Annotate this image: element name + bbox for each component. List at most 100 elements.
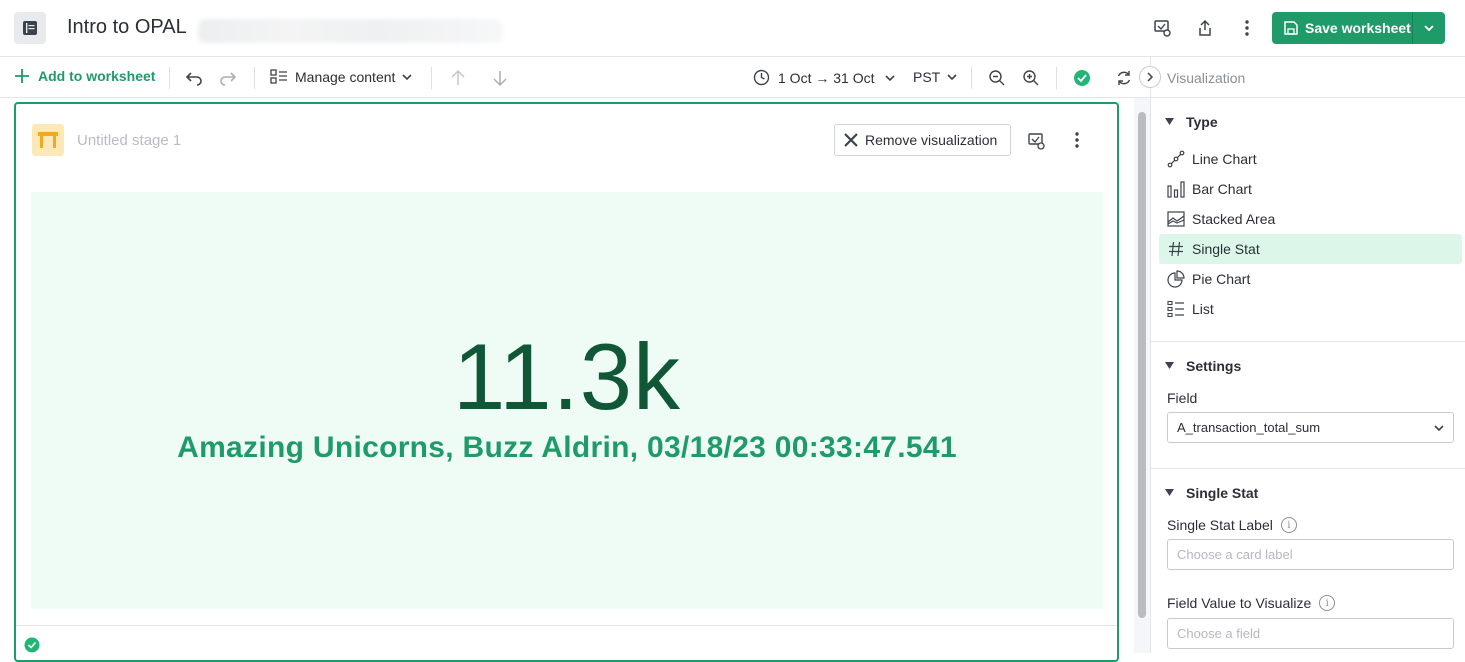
type-line-chart[interactable]: Line Chart — [1159, 144, 1462, 174]
save-worksheet-button[interactable]: Save worksheet — [1272, 12, 1445, 44]
settings-section-title: Settings — [1186, 358, 1242, 374]
plus-icon — [15, 69, 29, 83]
type-list[interactable]: List — [1159, 294, 1462, 324]
timezone-picker[interactable]: PST — [913, 69, 958, 85]
zoom-out-icon[interactable] — [986, 67, 1008, 89]
check-circle-icon — [24, 637, 40, 653]
stage-icon — [32, 124, 64, 156]
worksheet-header: Intro to OPAL Save worksheet — [0, 0, 1465, 57]
section-divider — [1151, 468, 1465, 469]
type-pie-chart[interactable]: Pie Chart — [1159, 264, 1462, 294]
single-stat-label-placeholder: Choose a card label — [1177, 547, 1293, 562]
save-icon — [1284, 21, 1298, 35]
caret-down-icon — [1165, 362, 1174, 369]
pie-chart-icon — [1167, 270, 1185, 288]
stage-name[interactable]: Untitled stage 1 — [77, 132, 181, 149]
share-icon[interactable] — [1193, 16, 1217, 40]
single-stat-display: 11.3k Amazing Unicorns, Buzz Aldrin, 03/… — [31, 192, 1103, 609]
type-stacked-area[interactable]: Stacked Area — [1159, 204, 1462, 234]
single-stat-label-text: Single Stat Label — [1167, 517, 1273, 533]
type-single-stat[interactable]: Single Stat — [1159, 234, 1462, 264]
section-divider — [1151, 341, 1465, 342]
caret-down-icon — [1165, 118, 1174, 125]
redo-icon[interactable] — [217, 67, 239, 89]
hash-icon — [1167, 240, 1185, 258]
type-label: Bar Chart — [1192, 181, 1252, 197]
field-value-visualize-placeholder: Choose a field — [1177, 626, 1261, 641]
manage-content-icon — [270, 69, 287, 84]
time-range-picker[interactable]: 1 Oct → 31 Oct — [753, 69, 896, 86]
worksheet-title-redacted — [198, 19, 503, 43]
panel-header: Visualization — [1139, 57, 1465, 98]
field-value-visualize-text: Field Value to Visualize — [1167, 595, 1312, 611]
zoom-in-icon[interactable] — [1020, 67, 1042, 89]
list-icon — [1167, 300, 1185, 318]
bar-chart-icon — [1167, 180, 1185, 198]
clock-icon — [753, 69, 770, 86]
arrow-up-icon[interactable] — [447, 67, 469, 89]
field-select-value: A_transaction_total_sum — [1177, 420, 1321, 435]
status-ok-icon — [1071, 67, 1093, 89]
type-label: Single Stat — [1192, 241, 1260, 257]
single-stat-section-title: Single Stat — [1186, 485, 1259, 501]
single-stat-label-input[interactable]: Choose a card label — [1167, 539, 1454, 570]
monitor-icon[interactable] — [1026, 131, 1046, 151]
type-section-title: Type — [1186, 114, 1218, 130]
worksheet-menu-button[interactable] — [14, 12, 46, 44]
remove-visualization-button[interactable]: Remove visualization — [834, 124, 1011, 156]
remove-visualization-label: Remove visualization — [865, 132, 998, 148]
toolbar-divider — [431, 67, 432, 89]
type-label: Line Chart — [1192, 151, 1257, 167]
more-options-icon[interactable] — [1067, 130, 1087, 150]
visualization-panel: Visualization Type Line Chart Bar Chart … — [1139, 57, 1465, 653]
worksheet-toolbar: Add to worksheet Manage content 1 Oct → … — [0, 57, 1150, 98]
info-icon[interactable]: i — [1319, 595, 1336, 611]
chevron-down-icon — [1423, 25, 1434, 32]
toolbar-divider — [1056, 67, 1057, 89]
field-label: Field — [1167, 390, 1198, 406]
chevron-down-icon — [1434, 425, 1444, 432]
field-select[interactable]: A_transaction_total_sum — [1167, 412, 1454, 443]
add-to-worksheet-button[interactable]: Add to worksheet — [14, 68, 155, 84]
panel-title: Visualization — [1167, 70, 1246, 86]
stacked-area-icon — [1167, 210, 1185, 228]
arrow-down-icon[interactable] — [489, 67, 511, 89]
monitor-icon[interactable] — [1150, 16, 1174, 40]
scrollbar-thumb[interactable] — [1138, 112, 1146, 618]
stage-footer-divider — [16, 625, 1117, 626]
save-options-dropdown[interactable] — [1412, 12, 1445, 44]
single-stat-label-field-label: Single Stat Label i — [1167, 517, 1297, 533]
settings-section-toggle[interactable]: Settings — [1165, 358, 1241, 374]
stat-label: Amazing Unicorns, Buzz Aldrin, 03/18/23 … — [177, 431, 957, 464]
save-worksheet-label: Save worksheet — [1305, 20, 1411, 36]
collapse-panel-button[interactable] — [1139, 66, 1161, 88]
field-value-visualize-select[interactable]: Choose a field — [1167, 618, 1454, 649]
info-icon[interactable]: i — [1280, 517, 1297, 533]
undo-icon[interactable] — [183, 67, 205, 89]
chevron-down-icon — [885, 74, 896, 81]
chevron-down-icon — [947, 74, 957, 81]
single-stat-section-toggle[interactable]: Single Stat — [1165, 485, 1258, 501]
type-label: Pie Chart — [1192, 271, 1251, 287]
toolbar-divider — [971, 67, 972, 89]
stat-value: 11.3k — [453, 324, 681, 429]
toolbar-divider — [254, 67, 255, 89]
toolbar-divider — [169, 67, 170, 89]
field-value-visualize-label: Field Value to Visualize i — [1167, 595, 1336, 611]
manage-content-label: Manage content — [295, 69, 396, 85]
worksheet-title[interactable]: Intro to OPAL — [67, 16, 187, 39]
caret-down-icon — [1165, 489, 1174, 496]
type-bar-chart[interactable]: Bar Chart — [1159, 174, 1462, 204]
time-range-label: 1 Oct → 31 Oct — [778, 69, 875, 86]
manage-content-button[interactable]: Manage content — [270, 69, 413, 85]
close-icon — [844, 133, 858, 147]
type-section-toggle[interactable]: Type — [1165, 114, 1218, 130]
timezone-label: PST — [913, 69, 941, 85]
type-label: Stacked Area — [1192, 211, 1276, 227]
type-label: List — [1192, 301, 1214, 317]
line-chart-icon — [1167, 150, 1185, 168]
chevron-right-icon — [1147, 72, 1154, 82]
refresh-icon[interactable] — [1113, 67, 1135, 89]
chevron-down-icon — [402, 74, 412, 81]
more-options-icon[interactable] — [1235, 16, 1259, 40]
